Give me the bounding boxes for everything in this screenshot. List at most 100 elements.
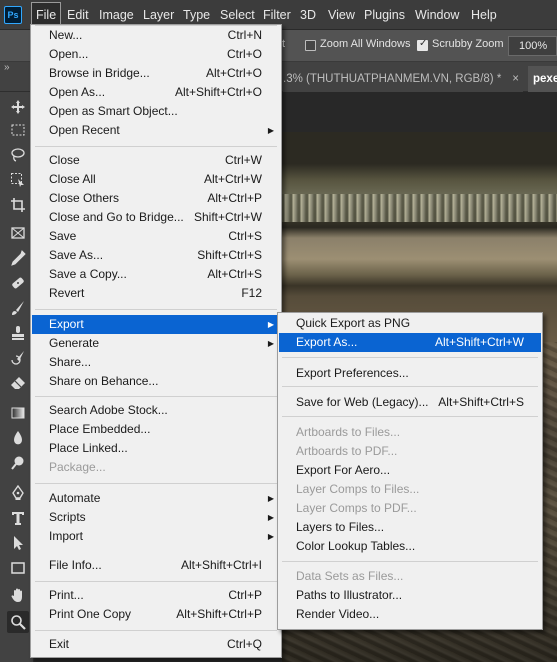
crop-tool-icon[interactable] <box>7 194 29 216</box>
export-submenu: Quick Export as PNG Export As... Alt+Shift… <box>277 312 543 630</box>
menu-item-close-all[interactable]: Close All Alt+Ctrl+W <box>32 170 280 189</box>
move-tool-icon[interactable] <box>7 96 29 118</box>
menu-item-shortcut: Alt+Shift+Ctrl+S <box>438 395 524 409</box>
gradient-tool-icon[interactable] <box>7 402 29 424</box>
menu-view[interactable]: View <box>324 0 359 30</box>
menu-item-export[interactable]: Export ▶ <box>32 315 280 334</box>
menu-item-close-and-go-to-bridge[interactable]: Close and Go to Bridge... Shift+Ctrl+W <box>32 208 280 227</box>
menu-item-label: Artboards to Files... <box>296 425 401 439</box>
menu-item-place-linked[interactable]: Place Linked... <box>32 439 280 458</box>
menu-item-layer-comps-to-pdf: Layer Comps to PDF... <box>279 499 541 518</box>
hand-tool-icon[interactable] <box>7 584 29 606</box>
menu-item-save-for-web-legacy[interactable]: Save for Web (Legacy)... Alt+Shift+Ctrl+S <box>279 393 541 412</box>
photoshop-logo: Ps <box>4 6 22 24</box>
menu-item-file-info[interactable]: File Info... Alt+Shift+Ctrl+I <box>32 556 280 575</box>
menu-separator <box>35 483 277 484</box>
menu-item-export-for-aero[interactable]: Export For Aero... <box>279 461 541 480</box>
menu-item-render-video[interactable]: Render Video... <box>279 605 541 624</box>
object-select-tool-icon[interactable] <box>7 169 29 191</box>
eyedropper-tool-icon[interactable] <box>7 247 29 269</box>
close-tab-icon[interactable]: × <box>512 66 519 92</box>
menu-item-layers-to-files[interactable]: Layers to Files... <box>279 518 541 537</box>
menu-item-generate[interactable]: Generate ▶ <box>32 334 280 353</box>
menu-item-open-as[interactable]: Open As... Alt+Shift+Ctrl+O <box>32 83 280 102</box>
menu-item-label: Share... <box>49 355 92 369</box>
zoom-tool-icon[interactable] <box>7 611 29 633</box>
menu-item-package: Package... <box>32 458 280 477</box>
menu-separator <box>282 357 538 358</box>
options-partial-label: t <box>282 38 286 50</box>
menu-item-label: Layers to Files... <box>296 520 385 534</box>
menu-item-automate[interactable]: Automate ▶ <box>32 489 280 508</box>
menu-item-shortcut: Alt+Shift+Ctrl+I <box>180 558 262 572</box>
menu-item-color-lookup-tables[interactable]: Color Lookup Tables... <box>279 537 541 556</box>
menu-item-label: Data Sets as Files... <box>296 569 404 583</box>
zoom-percent-field[interactable]: 100% <box>508 36 557 56</box>
menu-item-open[interactable]: Open... Ctrl+O <box>32 45 280 64</box>
healing-brush-tool-icon[interactable] <box>7 272 29 294</box>
frame-tool-icon[interactable] <box>7 222 29 244</box>
menu-item-exit[interactable]: Exit Ctrl+Q <box>32 635 280 654</box>
document-tab-active[interactable]: .3% (THUTHUATPHANMEM.VN, RGB/8) * × <box>283 66 523 92</box>
menu-item-save[interactable]: Save Ctrl+S <box>32 227 280 246</box>
menu-window[interactable]: Window <box>411 0 463 30</box>
menu-item-quick-export-as-png[interactable]: Quick Export as PNG <box>279 314 541 333</box>
menu-item-share[interactable]: Share... <box>32 353 280 372</box>
menu-item-print-one-copy[interactable]: Print One Copy Alt+Shift+Ctrl+P <box>32 605 280 624</box>
menu-item-new[interactable]: New... Ctrl+N <box>32 26 280 45</box>
menu-item-label: Export As... <box>296 335 358 349</box>
tools-panel <box>0 92 34 662</box>
dodge-tool-icon[interactable] <box>7 452 29 474</box>
menu-item-label: Close All <box>49 172 96 186</box>
menu-item-artboards-to-pdf: Artboards to PDF... <box>279 442 541 461</box>
document-tab[interactable]: pexe <box>528 66 557 92</box>
brush-tool-icon[interactable] <box>7 297 29 319</box>
menu-item-label: Export Preferences... <box>296 366 409 380</box>
menu-item-label: Artboards to PDF... <box>296 444 398 458</box>
menu-item-open-recent[interactable]: Open Recent ▶ <box>32 121 280 140</box>
menu-item-shortcut: Shift+Ctrl+W <box>193 210 262 224</box>
pen-tool-icon[interactable] <box>7 482 29 504</box>
clone-stamp-tool-icon[interactable] <box>7 322 29 344</box>
history-brush-tool-icon[interactable] <box>7 347 29 369</box>
menu-item-print[interactable]: Print... Ctrl+P <box>32 586 280 605</box>
zoom-all-windows-checkbox[interactable] <box>305 40 316 51</box>
menu-item-paths-to-illustrator[interactable]: Paths to Illustrator... <box>279 586 541 605</box>
menu-item-label: Paths to Illustrator... <box>296 588 403 602</box>
type-tool-icon[interactable] <box>7 507 29 529</box>
eraser-tool-icon[interactable] <box>7 372 29 394</box>
rectangle-tool-icon[interactable] <box>7 557 29 579</box>
menu-item-share-on-behance[interactable]: Share on Behance... <box>32 372 280 391</box>
menu-item-close[interactable]: Close Ctrl+W <box>32 151 280 170</box>
menu-item-browse-in-bridge[interactable]: Browse in Bridge... Alt+Ctrl+O <box>32 64 280 83</box>
collapse-toolbar-button[interactable]: » <box>4 62 10 73</box>
lasso-tool-icon[interactable] <box>7 144 29 166</box>
menu-item-scripts[interactable]: Scripts ▶ <box>32 508 280 527</box>
menu-item-place-embedded[interactable]: Place Embedded... <box>32 420 280 439</box>
menu-item-label: Print One Copy <box>49 607 132 621</box>
menu-item-layer-comps-to-files: Layer Comps to Files... <box>279 480 541 499</box>
menu-item-label: File Info... <box>49 558 102 572</box>
path-select-tool-icon[interactable] <box>7 532 29 554</box>
menu-plugins[interactable]: Plugins <box>360 0 409 30</box>
menu-separator <box>35 25 277 26</box>
menu-item-shortcut: Alt+Ctrl+S <box>207 267 262 281</box>
menu-item-close-others[interactable]: Close Others Alt+Ctrl+P <box>32 189 280 208</box>
menu-item-search-adobe-stock[interactable]: Search Adobe Stock... <box>32 401 280 420</box>
menu-item-label: Layer Comps to PDF... <box>296 501 417 515</box>
menu-help[interactable]: Help <box>467 0 501 30</box>
menu-3d[interactable]: 3D <box>296 0 320 30</box>
menu-item-label: Generate <box>49 336 100 350</box>
menu-item-shortcut: Alt+Shift+Ctrl+O <box>174 85 262 99</box>
menu-item-export-preferences[interactable]: Export Preferences... <box>279 364 541 383</box>
menu-item-save-as[interactable]: Save As... Shift+Ctrl+S <box>32 246 280 265</box>
scrubby-zoom-checkbox[interactable] <box>417 38 428 51</box>
menu-item-revert[interactable]: Revert F12 <box>32 284 280 303</box>
menu-item-save-a-copy[interactable]: Save a Copy... Alt+Ctrl+S <box>32 265 280 284</box>
blur-tool-icon[interactable] <box>7 427 29 449</box>
menu-item-open-as-smart-object[interactable]: Open as Smart Object... <box>32 102 280 121</box>
marquee-tool-icon[interactable] <box>7 119 29 141</box>
menu-item-export-as[interactable]: Export As... Alt+Shift+Ctrl+W <box>279 333 541 352</box>
menu-item-import[interactable]: Import ▶ <box>32 527 280 546</box>
menu-item-shortcut: Ctrl+Q <box>226 637 262 651</box>
